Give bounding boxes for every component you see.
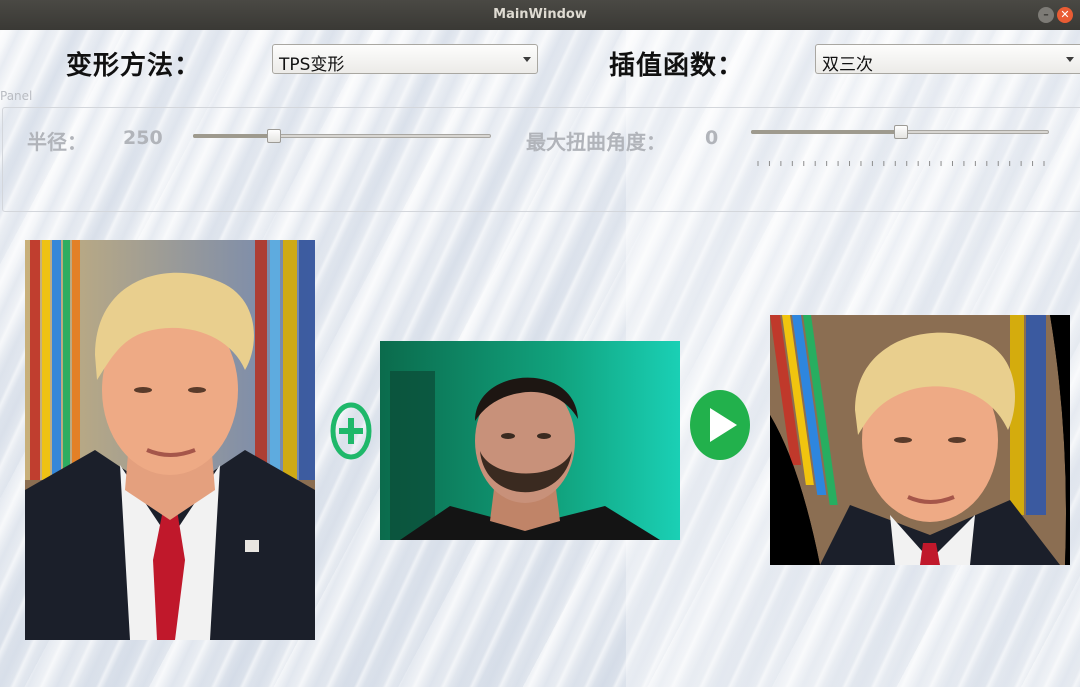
plus-circle-icon[interactable]: [330, 401, 372, 461]
radius-value: 250: [123, 127, 163, 149]
interpolation-value: 双三次: [822, 55, 873, 75]
target-image: [380, 341, 680, 540]
title-bar: MainWindow – ✕: [0, 0, 1080, 30]
max-distort-value: 0: [705, 127, 719, 149]
slider-fill: [751, 130, 900, 134]
close-icon[interactable]: ✕: [1057, 7, 1073, 23]
radius-label: 半径：: [27, 130, 87, 154]
max-distort-slider-handle[interactable]: [894, 125, 908, 139]
result-portrait: [770, 315, 1070, 565]
source-portrait: [25, 240, 315, 640]
radius-slider[interactable]: [193, 126, 491, 146]
radius-slider-handle[interactable]: [267, 129, 281, 143]
chevron-down-icon: [1066, 57, 1074, 62]
main-window-client: 变形方法： TPS变形 插值函数： 双三次 Panel 半径： 250 最大扭曲…: [0, 30, 1080, 687]
minimize-icon[interactable]: –: [1038, 7, 1054, 23]
max-distort-slider[interactable]: [751, 122, 1049, 142]
window-title: MainWindow: [493, 7, 587, 22]
warp-method-value: TPS变形: [279, 55, 345, 75]
warp-method-combo[interactable]: TPS变形: [272, 44, 538, 75]
play-icon[interactable]: [689, 389, 751, 461]
panel-title: Panel: [0, 89, 33, 103]
slider-ticks: [757, 161, 1045, 166]
warp-method-label: 变形方法：: [66, 51, 202, 81]
interpolation-combo[interactable]: 双三次: [815, 44, 1080, 75]
max-distort-label: 最大扭曲角度：: [526, 130, 666, 154]
slider-fill: [193, 134, 273, 138]
result-image: [770, 315, 1070, 565]
chevron-down-icon: [523, 57, 531, 62]
source-image: [25, 240, 315, 640]
interpolation-label: 插值函数：: [609, 51, 745, 81]
target-portrait: [380, 341, 680, 540]
